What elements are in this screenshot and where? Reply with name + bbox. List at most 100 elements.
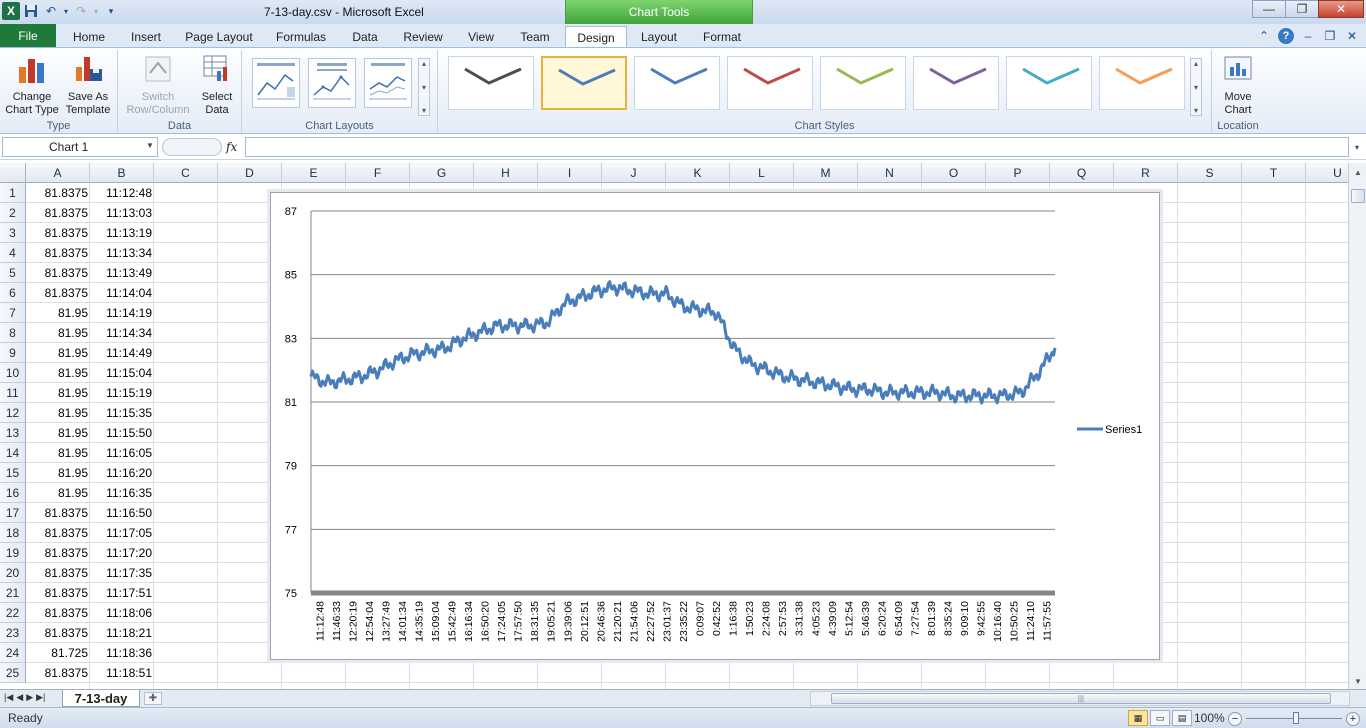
styles-gallery-scroll[interactable]: ▴ ▾ ▾ [1190,58,1202,116]
chart-layout-3[interactable] [364,58,412,108]
cell-a[interactable]: 81.8375 [26,243,90,263]
cell-b[interactable]: 11:18:06 [90,603,154,623]
cell-b[interactable]: 11:17:51 [90,583,154,603]
cell-a[interactable]: 81.8375 [26,563,90,583]
column-header-t[interactable]: T [1242,163,1306,183]
minimize-ribbon-icon[interactable]: ⌃ [1256,28,1272,44]
zoom-slider[interactable]: − + [1228,711,1360,726]
column-header-e[interactable]: E [282,163,346,183]
row-header[interactable]: 6 [0,283,26,303]
workbook-restore-icon[interactable]: ❐ [1322,28,1338,44]
select-all-corner[interactable] [0,163,26,183]
styles-down-icon[interactable]: ▾ [1194,83,1198,92]
restore-icon[interactable]: ❐ [1285,0,1319,18]
zoom-track[interactable] [1246,712,1342,724]
cell-b[interactable]: 11:14:04 [90,283,154,303]
next-sheet-icon[interactable]: ▶ [26,692,33,703]
insert-sheet-icon[interactable]: ✚ [144,692,162,705]
column-header-s[interactable]: S [1178,163,1242,183]
row-header[interactable]: 22 [0,603,26,623]
cell-b[interactable]: 11:13:34 [90,243,154,263]
switch-row-column-button[interactable]: Switch Row/Column [122,53,194,117]
tab-design[interactable]: Design [565,26,627,49]
cell-b[interactable]: 11:18:51 [90,663,154,683]
row-header[interactable]: 23 [0,623,26,643]
styles-more-icon[interactable]: ▾ [1194,106,1198,115]
row-header[interactable]: 12 [0,403,26,423]
column-header-q[interactable]: Q [1050,163,1114,183]
styles-up-icon[interactable]: ▴ [1194,59,1198,68]
vertical-scrollbar[interactable]: ▲ ▼ [1348,163,1366,690]
cell-b[interactable]: 11:16:35 [90,483,154,503]
cell-b[interactable]: 11:18:36 [90,643,154,663]
first-sheet-icon[interactable]: |◀ [4,692,13,703]
column-header-f[interactable]: F [346,163,410,183]
cell-b[interactable]: 11:15:19 [90,383,154,403]
row-header[interactable]: 2 [0,203,26,223]
row-header[interactable]: 13 [0,423,26,443]
page-layout-view-icon[interactable]: ▭ [1150,710,1170,726]
scroll-up-icon[interactable]: ▲ [1351,165,1365,179]
cell-b[interactable]: 11:15:35 [90,403,154,423]
cell-b[interactable]: 11:16:20 [90,463,154,483]
zoom-out-icon[interactable]: − [1228,711,1242,726]
row-header[interactable]: 9 [0,343,26,363]
sheet-tab-7-13-day[interactable]: 7-13-day [62,690,140,707]
zoom-knob[interactable] [1293,712,1300,724]
cell-a[interactable]: 81.95 [26,363,90,383]
workbook-close-icon[interactable]: ✕ [1344,28,1360,44]
column-header-m[interactable]: M [794,163,858,183]
cell-a[interactable]: 81.8375 [26,283,90,303]
zoom-level[interactable]: 100% [1194,711,1225,725]
column-header-l[interactable]: L [730,163,794,183]
cell-b[interactable]: 11:15:04 [90,363,154,383]
row-header[interactable]: 20 [0,563,26,583]
insert-function-icon[interactable]: fx [226,140,237,154]
cell-b[interactable]: 11:13:49 [90,263,154,283]
cell-a[interactable]: 81.95 [26,423,90,443]
tab-layout[interactable]: Layout [631,26,687,48]
cell-a[interactable]: 81.95 [26,383,90,403]
row-header[interactable]: 10 [0,363,26,383]
row-header[interactable]: 21 [0,583,26,603]
save-as-template-button[interactable]: Save As Template [62,53,114,117]
workbook-minimize-icon[interactable]: – [1300,28,1316,44]
page-break-view-icon[interactable]: ▤ [1172,710,1192,726]
cell-a[interactable]: 81.8375 [26,523,90,543]
chart-style-2[interactable] [541,56,627,110]
row-header[interactable]: 15 [0,463,26,483]
column-header-a[interactable]: A [26,163,90,183]
cell-a[interactable]: 81.8375 [26,503,90,523]
chart-style-4[interactable] [727,56,813,110]
tab-review[interactable]: Review [394,26,452,48]
cell-a[interactable]: 81.95 [26,463,90,483]
undo-icon[interactable]: ↶ [42,2,60,20]
select-data-button[interactable]: Select Data [196,53,238,117]
customize-qat-icon[interactable]: ▾ [102,2,120,20]
excel-app-icon[interactable]: X [2,2,20,20]
change-chart-type-button[interactable]: Change Chart Type [4,53,60,117]
row-header[interactable]: 4 [0,243,26,263]
cell-a[interactable]: 81.8375 [26,583,90,603]
help-icon[interactable]: ? [1278,28,1294,44]
cell-b[interactable]: 11:14:19 [90,303,154,323]
row-header[interactable]: 11 [0,383,26,403]
gallery-down-icon[interactable]: ▾ [422,83,426,92]
cell-a[interactable]: 81.8375 [26,663,90,683]
cell-b[interactable]: 11:13:03 [90,203,154,223]
cell-a[interactable]: 81.95 [26,443,90,463]
column-header-n[interactable]: N [858,163,922,183]
cell-b[interactable]: 11:16:50 [90,503,154,523]
row-header[interactable]: 14 [0,443,26,463]
move-chart-button[interactable]: Move Chart [1218,53,1258,117]
expand-formula-bar-icon[interactable]: ▾ [1350,139,1364,155]
column-header-p[interactable]: P [986,163,1050,183]
row-header[interactable]: 5 [0,263,26,283]
cell-b[interactable]: 11:17:20 [90,543,154,563]
formula-input[interactable] [245,137,1349,157]
chart-object[interactable]: 75 77 79 81 83 85 87 11:12:48 11:46:33 12:20:19 12… [270,192,1160,660]
cell-a[interactable]: 81.8375 [26,223,90,243]
minimize-icon[interactable]: — [1252,0,1286,18]
cell-b[interactable]: 11:17:35 [90,563,154,583]
name-box[interactable]: Chart 1 [2,137,158,157]
